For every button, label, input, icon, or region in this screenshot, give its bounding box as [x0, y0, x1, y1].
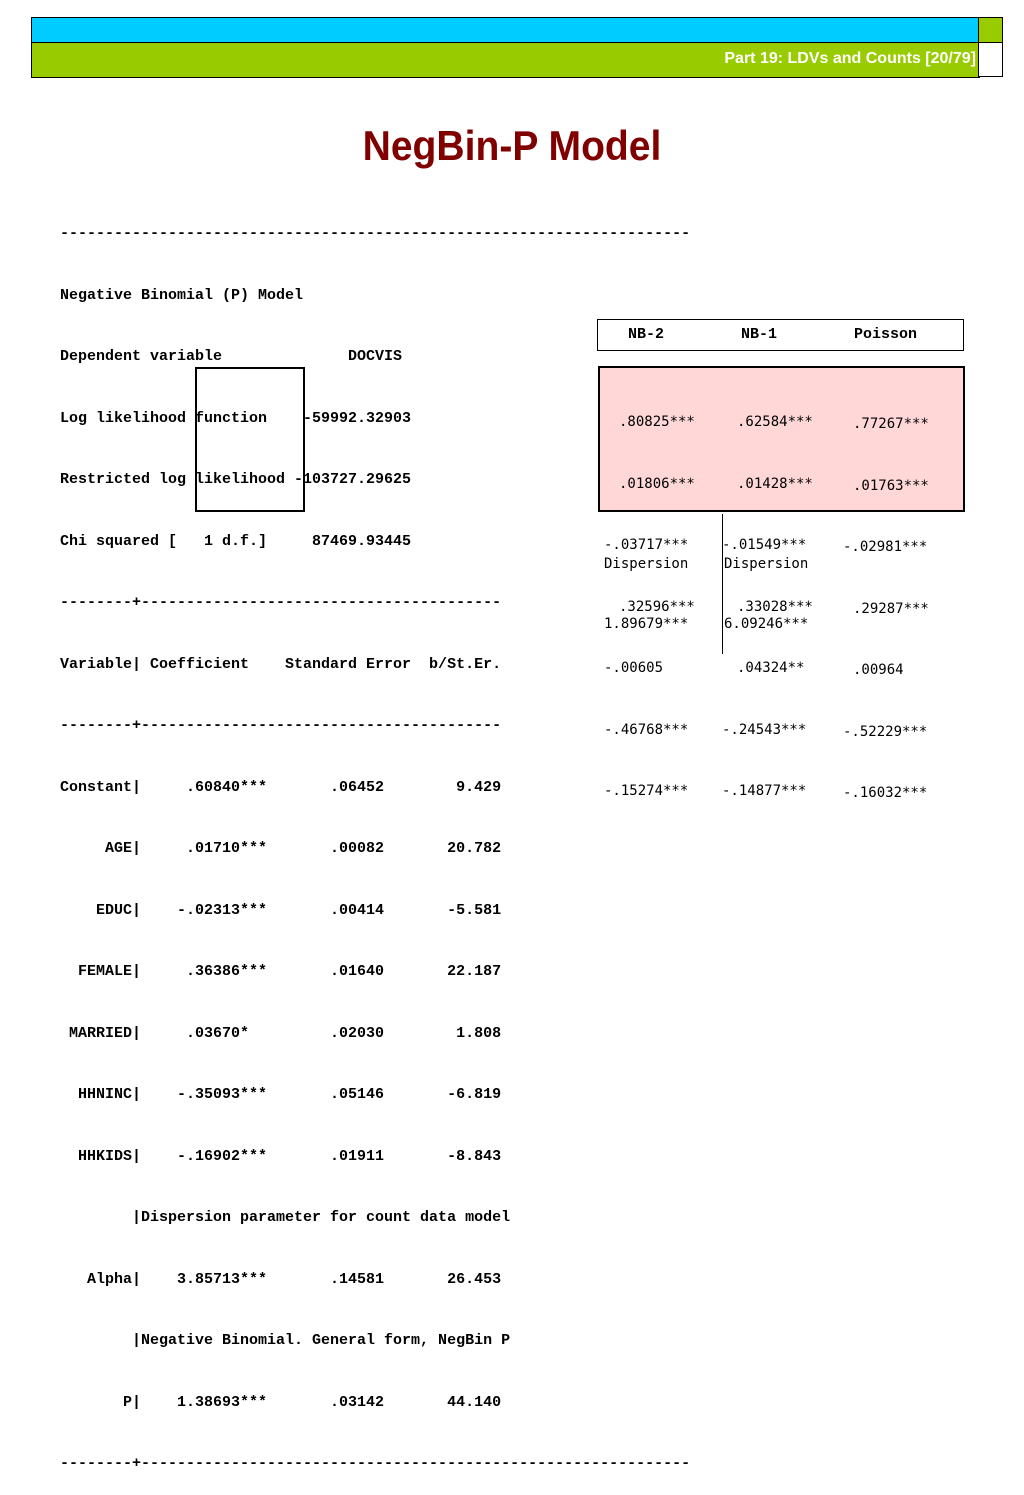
output-line: Constant| .60840*** .06452 9.429 — [60, 778, 502, 796]
nb2-value: .01806*** — [619, 475, 695, 492]
output-line: Negative Binomial (P) Model — [60, 286, 304, 304]
nb1-value: .04324** — [737, 660, 805, 676]
header-corner-square-top — [978, 17, 1003, 42]
comparison-header-poisson: Poisson — [854, 326, 918, 343]
nb1-value: -.24543*** — [722, 721, 807, 738]
output-line: |Negative Binomial. General form, NegBin… — [60, 1332, 511, 1349]
poisson-value: .29287*** — [853, 600, 929, 617]
nb1-value: -.14877*** — [722, 783, 807, 799]
nb1-dispersion-label: Dispersion — [724, 556, 809, 572]
header-corner-square-bottom — [978, 42, 1003, 77]
output-line: HHNINC| -.35093*** .05146 -6.819 — [60, 1086, 502, 1103]
nb1-value: .62584*** — [737, 414, 813, 430]
poisson-value: .00964 — [853, 662, 904, 678]
output-line: MARRIED| .03670* .02030 1.808 — [60, 1024, 502, 1042]
output-line: Variable| Coefficient Standard Error b/S… — [60, 655, 502, 673]
poisson-value: -.02981*** — [843, 539, 928, 555]
poisson-value: -.16032*** — [843, 785, 928, 801]
comparison-header-nb2: NB-2 — [628, 326, 665, 343]
nb1-dispersion: Dispersion 6.09246*** — [722, 514, 808, 654]
output-line: Restricted log likelihood -103727.29625 — [60, 471, 412, 488]
nb2-dispersion-label: Dispersion — [604, 556, 689, 572]
output-line: Log likelihood function -59992.32903 — [60, 409, 412, 427]
slide-title: NegBin-P Model — [362, 122, 662, 169]
header-top-bar — [31, 17, 980, 43]
nb2-value: .80825*** — [619, 414, 695, 430]
comparison-header-nb1: NB-1 — [741, 326, 778, 343]
output-line: Chi squared [ 1 d.f.] 87469.93445 — [60, 532, 412, 550]
nb1-dispersion-value: 6.09246*** — [724, 616, 809, 632]
coefficient-highlight-box — [195, 367, 305, 512]
comparison-header: NB-2 NB-1 Poisson — [597, 319, 964, 351]
poisson-value: -.52229*** — [843, 723, 928, 740]
output-line: --------+-------------------------------… — [60, 594, 502, 611]
nb1-value: .01428*** — [737, 475, 813, 492]
output-line: P| 1.38693*** .03142 44.140 — [60, 1393, 502, 1411]
nb2-value: -.00605 — [604, 660, 664, 676]
output-line: ----------------------------------------… — [60, 225, 691, 242]
nb2-dispersion: Dispersion 1.89679*** — [604, 514, 688, 654]
output-line: Alpha| 3.85713*** .14581 26.453 — [60, 1270, 502, 1288]
output-line: HHKIDS| -.16902*** .01911 -8.843 — [60, 1147, 502, 1165]
output-line: --------+-------------------------------… — [60, 717, 502, 734]
poisson-value: .77267*** — [853, 416, 929, 432]
output-line: --------+-------------------------------… — [60, 1455, 691, 1472]
output-line: EDUC| -.02313*** .00414 -5.581 — [60, 901, 502, 919]
poisson-column: .77267*** .01763*** -.02981*** .29287***… — [843, 373, 929, 824]
nb2-dispersion-value: 1.89679*** — [604, 616, 689, 632]
nb2-value: -.46768*** — [604, 721, 689, 738]
regression-output: ----------------------------------------… — [60, 183, 690, 1495]
nb2-value: -.15274*** — [604, 783, 689, 799]
output-line: FEMALE| .36386*** .01640 22.187 — [60, 963, 502, 980]
header-text: Part 19: LDVs and Counts [20/79] — [724, 50, 976, 67]
poisson-value: .01763*** — [853, 477, 929, 494]
output-line: AGE| .01710*** .00082 20.782 — [60, 840, 502, 857]
output-line: Dependent variable DOCVIS — [60, 348, 403, 365]
output-line: |Dispersion parameter for count data mod… — [60, 1209, 511, 1226]
